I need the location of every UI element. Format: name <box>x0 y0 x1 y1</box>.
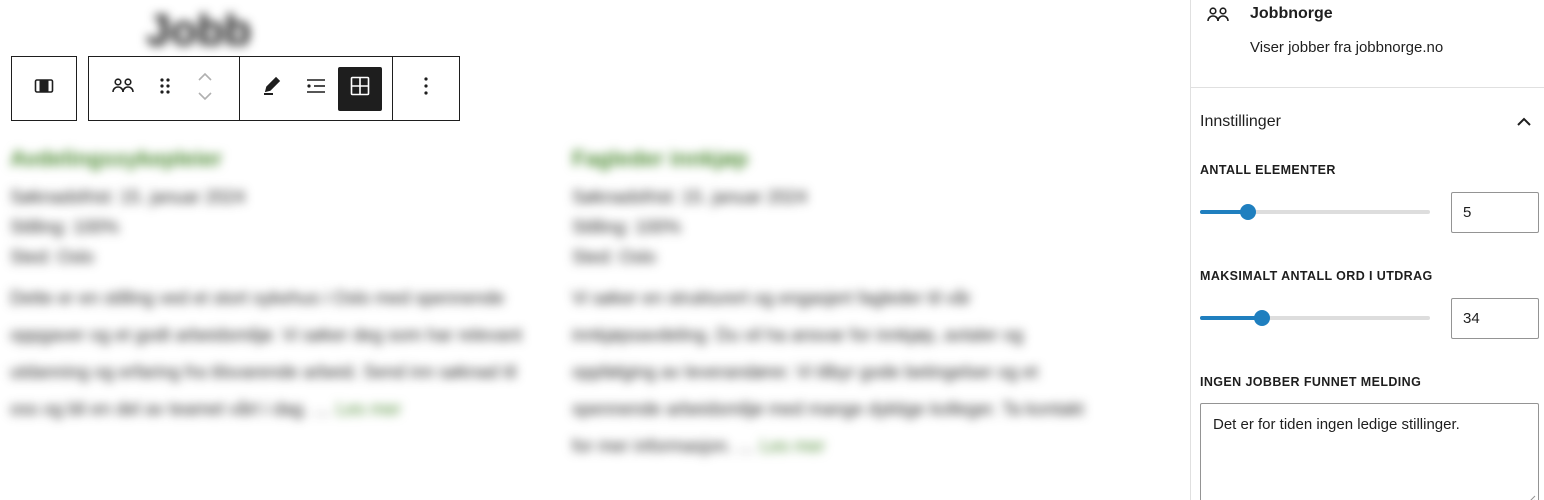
panel-title: Innstillinger <box>1200 113 1281 130</box>
job-position: Stilling: 100% <box>10 217 120 237</box>
move-buttons[interactable] <box>185 67 225 111</box>
block-type-button[interactable] <box>101 67 145 111</box>
block-heading: Jobb <box>146 6 252 55</box>
job-deadline: Søknadsfrist: 15. januar 2024 <box>572 187 808 207</box>
more-vertical-icon <box>416 74 436 103</box>
no-jobs-message-textarea[interactable]: Det er for tiden ingen ledige stillinger… <box>1200 403 1539 500</box>
grid-view-icon <box>348 74 372 103</box>
job-location: Sted: Oslo <box>10 247 95 267</box>
select-parent-button[interactable] <box>22 67 66 111</box>
max-words-label: MAKSIMALT ANTALL ORD I UTDRAG <box>1200 269 1433 283</box>
block-title: Jobbnorge <box>1250 5 1333 22</box>
drag-handle[interactable] <box>145 67 185 111</box>
columns-icon <box>32 74 56 103</box>
no-jobs-message-label: INGEN JOBBER FUNNET MELDING <box>1200 375 1422 389</box>
read-more-link[interactable]: Les mer <box>336 399 401 419</box>
options-button[interactable] <box>404 67 448 111</box>
slider-fill <box>1200 316 1262 320</box>
toolbar-options-group <box>392 56 460 121</box>
job-excerpt: Vi søker en strukturert og engasjert fag… <box>572 288 1084 456</box>
slider-thumb[interactable] <box>1240 204 1256 220</box>
no-jobs-message-text: Det er for tiden ingen ledige stillinger… <box>1213 416 1460 433</box>
read-more-link[interactable]: Les mer <box>760 436 825 456</box>
toolbar-parent-group <box>11 56 77 121</box>
block-card: Jobbnorge Viser jobber fra jobbnorge.no <box>1191 0 1544 88</box>
job-title: Fagleder innkjøp <box>572 146 749 171</box>
items-count-input[interactable]: 5 <box>1451 192 1539 233</box>
max-words-input[interactable]: 34 <box>1451 298 1539 339</box>
block-toolbar <box>11 56 460 121</box>
job-title: Avdelingssykepleier <box>10 146 222 171</box>
settings-panel-toggle[interactable]: Innstillinger <box>1200 109 1536 135</box>
block-settings-sidebar: Jobbnorge Viser jobber fra jobbnorge.no … <box>1190 0 1544 500</box>
edit-button[interactable] <box>250 67 294 111</box>
resize-handle-icon[interactable] <box>1526 490 1536 500</box>
job-location: Sted: Oslo <box>572 247 657 267</box>
chevron-up-icon[interactable] <box>195 68 215 89</box>
max-words-slider[interactable] <box>1200 308 1430 328</box>
job-card: Fagleder innkjøp Søknadsfrist: 15. janua… <box>572 146 1102 465</box>
slider-thumb[interactable] <box>1254 310 1270 326</box>
pencil-icon <box>260 74 284 103</box>
items-count-label: ANTALL ELEMENTER <box>1200 163 1336 177</box>
toolbar-view-group <box>239 56 393 121</box>
job-card: Avdelingssykepleier Søknadsfrist: 15. ja… <box>10 146 540 428</box>
job-deadline: Søknadsfrist: 15. januar 2024 <box>10 187 246 207</box>
list-view-button[interactable] <box>294 67 338 111</box>
job-excerpt-text: Vi søker en strukturert og engasjert fag… <box>572 288 1084 456</box>
people-icon <box>110 75 136 102</box>
chevron-up-icon <box>1512 110 1536 134</box>
toolbar-block-group <box>88 56 240 121</box>
job-excerpt: Dette er en stilling ved et stort sykehu… <box>10 288 522 419</box>
editor-canvas: Jobb Avdelingssykepleier Søknadsfrist: 1… <box>0 0 1190 500</box>
list-view-icon <box>303 74 329 103</box>
grid-view-button[interactable] <box>338 66 382 111</box>
block-description: Viser jobber fra jobbnorge.no <box>1250 39 1444 56</box>
items-count-slider[interactable] <box>1200 202 1430 222</box>
chevron-down-icon[interactable] <box>195 89 215 110</box>
people-icon <box>1205 4 1231 31</box>
drag-handle-icon <box>155 74 175 103</box>
job-position: Stilling: 100% <box>572 217 682 237</box>
job-excerpt-text: Dette er en stilling ved et stort sykehu… <box>10 288 522 419</box>
